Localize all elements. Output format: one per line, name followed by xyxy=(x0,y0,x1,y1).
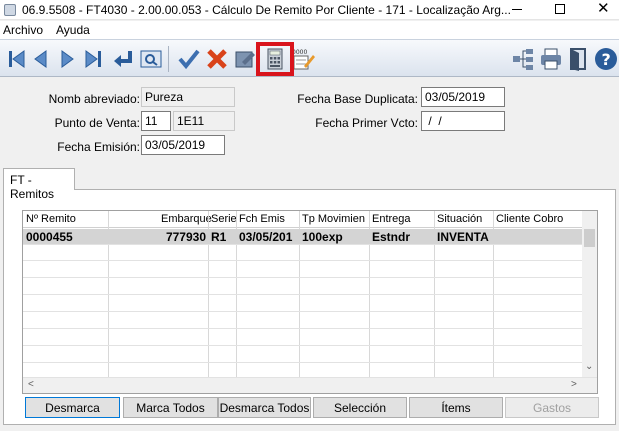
col-embarque[interactable]: Embarque xyxy=(161,213,212,225)
punto-venta-desc: 1E11 xyxy=(173,111,235,131)
scroll-left-icon[interactable]: < xyxy=(28,379,34,390)
col-entrega[interactable]: Entrega xyxy=(372,213,411,225)
col-fch-emis[interactable]: Fch Emis xyxy=(239,213,285,225)
fecha-base-duplicata-label: Fecha Base Duplicata: xyxy=(297,92,418,106)
items-button[interactable]: Ítems xyxy=(409,397,503,418)
app-icon xyxy=(4,4,16,16)
scroll-down-icon[interactable]: ⌄ xyxy=(585,361,593,372)
desmarca-todos-button[interactable]: Desmarca Todos xyxy=(218,397,311,418)
menu-bar: Archivo Ayuda xyxy=(0,21,619,39)
cell-fch-emis: 03/05/201 xyxy=(239,230,293,244)
remitos-grid: Nº Remito Embarque Serie Fch Emis Tp Mov… xyxy=(22,210,598,394)
cancel-icon[interactable] xyxy=(204,46,230,72)
col-tp-movimien[interactable]: Tp Movimien xyxy=(302,213,365,225)
menu-archivo[interactable]: Archivo xyxy=(3,23,43,37)
table-row[interactable]: 0000455 777930 R1 03/05/201 100exp Estnd… xyxy=(23,229,583,245)
cell-entrega: Estndr xyxy=(372,230,411,244)
next-record-icon[interactable] xyxy=(54,46,80,72)
fecha-primer-vcto-label: Fecha Primer Vcto: xyxy=(315,116,418,130)
print-icon[interactable] xyxy=(538,46,564,72)
goto-icon[interactable] xyxy=(110,46,136,72)
table-row[interactable] xyxy=(23,347,583,363)
table-row[interactable] xyxy=(23,262,583,278)
marca-todos-button[interactable]: Marca Todos xyxy=(123,397,218,418)
desmarca-button[interactable]: Desmarca xyxy=(25,397,120,418)
table-row[interactable] xyxy=(23,330,583,346)
gastos-button: Gastos xyxy=(505,397,599,418)
tab-ft-remitos[interactable]: FT - Remitos xyxy=(3,168,75,201)
toolbar-separator xyxy=(168,46,169,72)
nomb-abreviado-label: Nomb abreviado: xyxy=(48,92,140,106)
notes-badge-text: 0000 xyxy=(292,49,307,56)
fecha-emision-field[interactable]: 03/05/2019 xyxy=(141,135,225,155)
nomb-abreviado-field: Pureza xyxy=(141,87,235,107)
minimize-icon[interactable] xyxy=(512,9,522,10)
horizontal-scrollbar[interactable]: < > xyxy=(23,377,597,393)
punto-venta-label: Punto de Venta: xyxy=(54,116,140,130)
table-row[interactable] xyxy=(23,313,583,329)
search-icon[interactable] xyxy=(138,46,164,72)
cell-embarque: 777930 xyxy=(165,230,206,244)
window-title: 06.9.5508 - FT4030 - 2.00.00.053 - Cálcu… xyxy=(22,3,511,17)
col-cliente-cobro[interactable]: Cliente Cobro xyxy=(496,213,563,225)
table-row[interactable] xyxy=(23,279,583,295)
vertical-scroll-thumb[interactable] xyxy=(584,229,595,247)
punto-venta-field[interactable]: 11 xyxy=(141,111,171,131)
maximize-icon[interactable] xyxy=(555,4,565,14)
edit-icon[interactable] xyxy=(232,46,258,72)
table-row[interactable] xyxy=(23,296,583,312)
col-situacion[interactable]: Situación xyxy=(437,213,482,225)
col-nro-remito[interactable]: Nº Remito xyxy=(26,213,76,225)
table-row[interactable] xyxy=(23,245,583,261)
tree-icon[interactable] xyxy=(510,46,536,72)
seleccion-button[interactable]: Selección xyxy=(313,397,407,418)
cell-nro-remito: 0000455 xyxy=(26,230,73,244)
cell-tp-movimien: 100exp xyxy=(302,230,343,244)
previous-record-icon[interactable] xyxy=(28,46,54,72)
fecha-primer-vcto-field[interactable]: / / xyxy=(421,111,505,131)
last-record-icon[interactable] xyxy=(80,46,106,72)
help-icon[interactable]: ? xyxy=(593,46,619,72)
fecha-emision-label: Fecha Emisión: xyxy=(57,140,140,154)
vertical-scrollbar[interactable]: ⌄ xyxy=(582,211,597,377)
exit-icon[interactable] xyxy=(566,46,592,72)
ok-icon[interactable] xyxy=(176,46,202,72)
cell-situacion: INVENTA xyxy=(437,230,489,244)
toolbar: 0000 ? xyxy=(0,39,619,77)
scroll-right-icon[interactable]: > xyxy=(571,379,577,390)
svg-text:?: ? xyxy=(602,50,611,69)
cell-serie: R1 xyxy=(211,230,227,244)
fecha-base-duplicata-field[interactable]: 03/05/2019 xyxy=(421,87,505,107)
menu-ayuda[interactable]: Ayuda xyxy=(56,23,90,37)
title-bar: 06.9.5508 - FT4030 - 2.00.00.053 - Cálcu… xyxy=(0,0,619,20)
calculator-highlight xyxy=(256,42,294,76)
close-icon[interactable]: ✕ xyxy=(597,1,610,17)
grid-header: Nº Remito Embarque Serie Fch Emis Tp Mov… xyxy=(23,211,583,228)
col-serie[interactable]: Serie xyxy=(211,213,237,225)
first-record-icon[interactable] xyxy=(4,46,30,72)
